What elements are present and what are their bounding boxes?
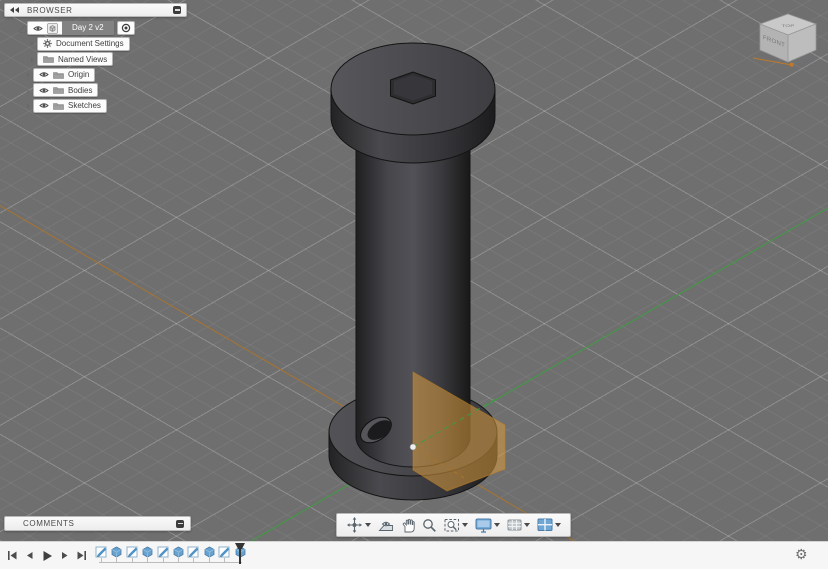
component-cube-icon <box>47 23 58 34</box>
collapsed-chevron-icon[interactable]: › <box>24 86 32 95</box>
viewcube-axis-marker-icon <box>790 63 794 67</box>
dropdown-caret-icon[interactable] <box>365 523 371 527</box>
timeline-feature-sketch-3[interactable] <box>126 545 139 558</box>
dropdown-caret-icon[interactable] <box>524 523 530 527</box>
viewcube[interactable]: TOP FRONT RIGHT <box>750 10 826 72</box>
look-at-icon <box>378 518 394 533</box>
viewports-icon <box>537 518 553 532</box>
browser-item-label: Document Settings <box>56 39 124 48</box>
origin-point[interactable] <box>410 444 416 450</box>
timeline-playback-controls <box>7 550 87 562</box>
display-settings-tool-button[interactable] <box>473 517 502 534</box>
zoom-tool-button[interactable] <box>420 517 439 534</box>
timeline-feature-extrude-6[interactable] <box>172 545 185 558</box>
eye-icon[interactable] <box>39 102 49 109</box>
display-settings-icon <box>475 518 492 533</box>
collapsed-chevron-icon[interactable]: › <box>24 70 32 79</box>
browser-item-bodies[interactable]: › Bodies <box>24 83 98 97</box>
comments-panel-title: COMMENTS <box>23 519 176 528</box>
timeline-feature-extrude-8[interactable] <box>203 545 216 558</box>
browser-item-document-settings[interactable]: › Document Settings <box>28 37 130 51</box>
zoom-icon <box>422 518 437 533</box>
panel-display-toggle-icon[interactable] <box>173 6 181 14</box>
collapsed-chevron-icon[interactable]: › <box>28 39 36 48</box>
eye-icon[interactable] <box>39 71 49 78</box>
browser-item-label: Origin <box>68 70 89 79</box>
browser-item-label: Sketches <box>68 101 101 110</box>
timeline-feature-sketch-1[interactable] <box>95 545 108 558</box>
browser-item-named-views[interactable]: › Named Views <box>28 52 113 66</box>
go-to-beginning-button[interactable] <box>7 550 18 562</box>
collapsed-chevron-icon[interactable]: › <box>28 55 36 64</box>
step-back-button[interactable] <box>24 550 35 562</box>
folder-icon <box>53 86 64 94</box>
timeline-feature-rail <box>99 562 242 563</box>
play-button[interactable] <box>41 550 53 562</box>
pan-icon <box>401 518 415 533</box>
model-socket-head-cap[interactable] <box>331 43 495 163</box>
browser-item-label: Bodies <box>68 86 92 95</box>
navigation-toolbar <box>336 513 571 537</box>
panel-display-toggle-icon[interactable] <box>176 520 184 528</box>
collapsed-chevron-icon[interactable]: › <box>24 101 32 110</box>
orbit-icon <box>346 517 363 533</box>
grid-and-snaps-tool-button[interactable] <box>505 517 532 533</box>
go-to-end-button[interactable] <box>76 550 87 562</box>
fit-tool-button[interactable] <box>442 517 470 534</box>
model-3d-body[interactable] <box>0 0 828 541</box>
orbit-tool-button[interactable] <box>344 516 373 534</box>
viewports-tool-button[interactable] <box>535 517 563 533</box>
folder-icon <box>53 71 64 79</box>
browser-panel-header[interactable]: BROWSER <box>4 3 187 17</box>
activate-component-target-icon[interactable] <box>117 21 135 35</box>
browser-item-label: Named Views <box>58 55 107 64</box>
eye-icon[interactable] <box>33 25 43 32</box>
folder-icon <box>53 102 64 110</box>
dropdown-caret-icon[interactable] <box>494 523 500 527</box>
timeline-settings-gear-icon[interactable]: ⚙ <box>795 544 808 564</box>
viewcube-top-label[interactable]: TOP <box>781 24 795 28</box>
grid-and-snaps-icon <box>507 518 522 532</box>
step-forward-button[interactable] <box>59 550 70 562</box>
model-viewport[interactable]: TOP FRONT RIGHT <box>0 0 828 541</box>
fit-icon <box>444 518 460 533</box>
timeline-feature-sketch-9[interactable] <box>218 545 231 558</box>
timeline-marker[interactable] <box>235 543 245 565</box>
pan-tool-button[interactable] <box>399 517 417 534</box>
dropdown-caret-icon[interactable] <box>462 523 468 527</box>
timeline-feature-extrude-2[interactable] <box>110 545 123 558</box>
collapse-double-arrow-icon[interactable] <box>10 7 19 13</box>
browser-root-label[interactable]: Day 2 v2 <box>62 21 114 35</box>
gear-icon <box>43 39 52 48</box>
browser-item-sketches[interactable]: › Sketches <box>24 99 107 113</box>
expand-triangle-icon[interactable]: ◢ <box>18 24 26 33</box>
timeline-feature-extrude-4[interactable] <box>141 545 154 558</box>
folder-icon <box>43 55 54 63</box>
browser-panel-title: BROWSER <box>27 6 173 15</box>
eye-icon[interactable] <box>39 87 49 94</box>
timeline-feature-sketch-7[interactable] <box>187 545 200 558</box>
browser-item-root[interactable]: ◢ Day 2 v2 <box>18 21 135 35</box>
dropdown-caret-icon[interactable] <box>555 523 561 527</box>
timeline-feature-sketch-5[interactable] <box>157 545 170 558</box>
look-at-tool-button[interactable] <box>376 517 396 534</box>
comments-panel-header[interactable]: COMMENTS <box>4 516 191 531</box>
browser-item-origin[interactable]: › Origin <box>24 68 95 82</box>
timeline-features <box>95 545 247 558</box>
